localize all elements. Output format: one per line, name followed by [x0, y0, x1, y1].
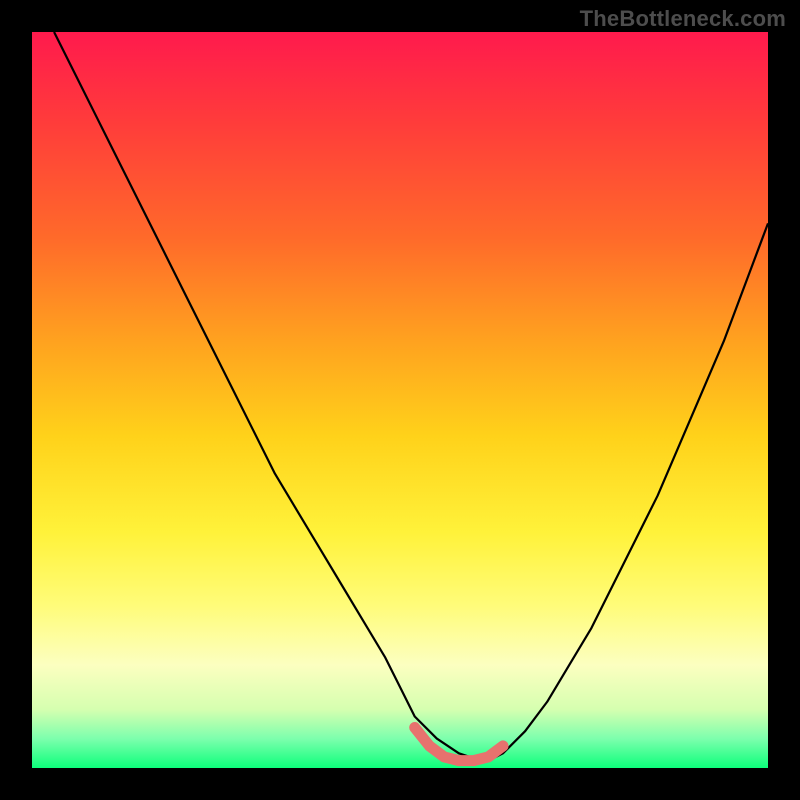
plot-area	[32, 32, 768, 768]
watermark-text: TheBottleneck.com	[580, 6, 786, 32]
chart-svg	[32, 32, 768, 768]
series-valley-highlight	[415, 728, 503, 761]
series-bottleneck-curve	[54, 32, 768, 761]
chart-frame: TheBottleneck.com	[0, 0, 800, 800]
